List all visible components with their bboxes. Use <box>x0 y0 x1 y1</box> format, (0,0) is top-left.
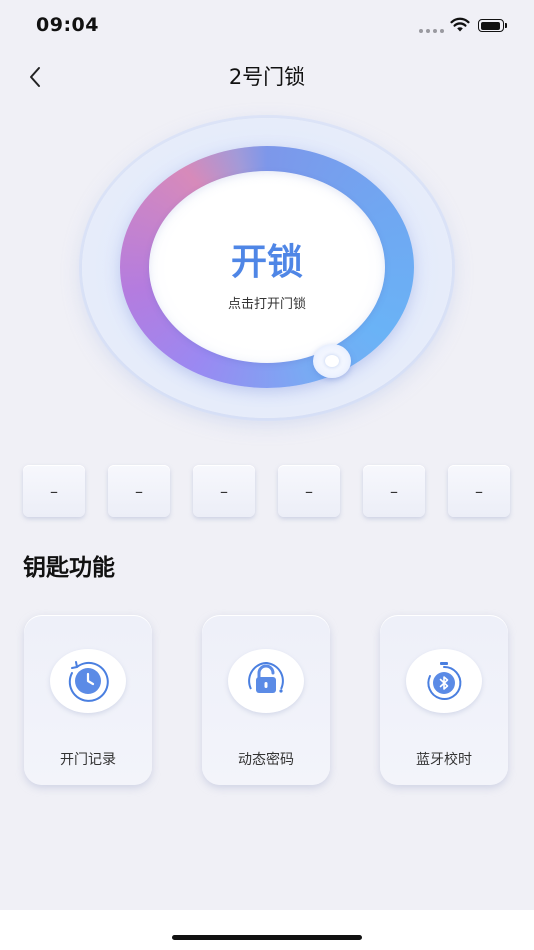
card-label: 蓝牙校时 <box>416 752 472 768</box>
code-box: – <box>363 465 425 517</box>
bottom-bar <box>0 910 534 950</box>
code-box: – <box>108 465 170 517</box>
icon-badge <box>406 649 482 713</box>
bluetooth-timer-icon <box>427 662 462 700</box>
signal-dots-icon <box>419 29 444 33</box>
chevron-left-icon <box>30 67 40 87</box>
card-bluetooth-timing[interactable]: 蓝牙校时 <box>380 615 508 785</box>
icon-badge <box>50 649 126 713</box>
dial-knob-handle[interactable] <box>313 344 351 378</box>
clock-history-icon <box>68 661 109 702</box>
battery-icon <box>478 19 508 34</box>
unlock-button[interactable]: 开锁 点击打开门锁 <box>149 171 385 363</box>
card-label: 开门记录 <box>60 752 116 768</box>
unlock-label: 开锁 <box>230 242 303 283</box>
code-box: – <box>448 465 510 517</box>
card-label: 动态密码 <box>238 752 294 768</box>
code-display-row: – – – – – – <box>23 465 511 517</box>
padlock-icon <box>248 661 284 693</box>
unlock-dial: 开锁 点击打开门锁 <box>82 118 452 418</box>
code-box: – <box>23 465 85 517</box>
code-box: – <box>278 465 340 517</box>
icon-badge <box>228 649 304 713</box>
back-button[interactable] <box>20 62 50 92</box>
section-title: 钥匙功能 <box>23 555 115 581</box>
code-box: – <box>193 465 255 517</box>
wifi-icon <box>450 17 470 32</box>
card-dynamic-password[interactable]: 动态密码 <box>202 615 330 785</box>
home-indicator[interactable] <box>172 935 362 940</box>
card-open-records[interactable]: 开门记录 <box>24 615 152 785</box>
unlock-hint: 点击打开门锁 <box>227 297 306 312</box>
status-bar: 09:04 <box>0 0 534 54</box>
status-time: 09:04 <box>36 14 99 36</box>
page-title: 2号门锁 <box>228 65 306 89</box>
